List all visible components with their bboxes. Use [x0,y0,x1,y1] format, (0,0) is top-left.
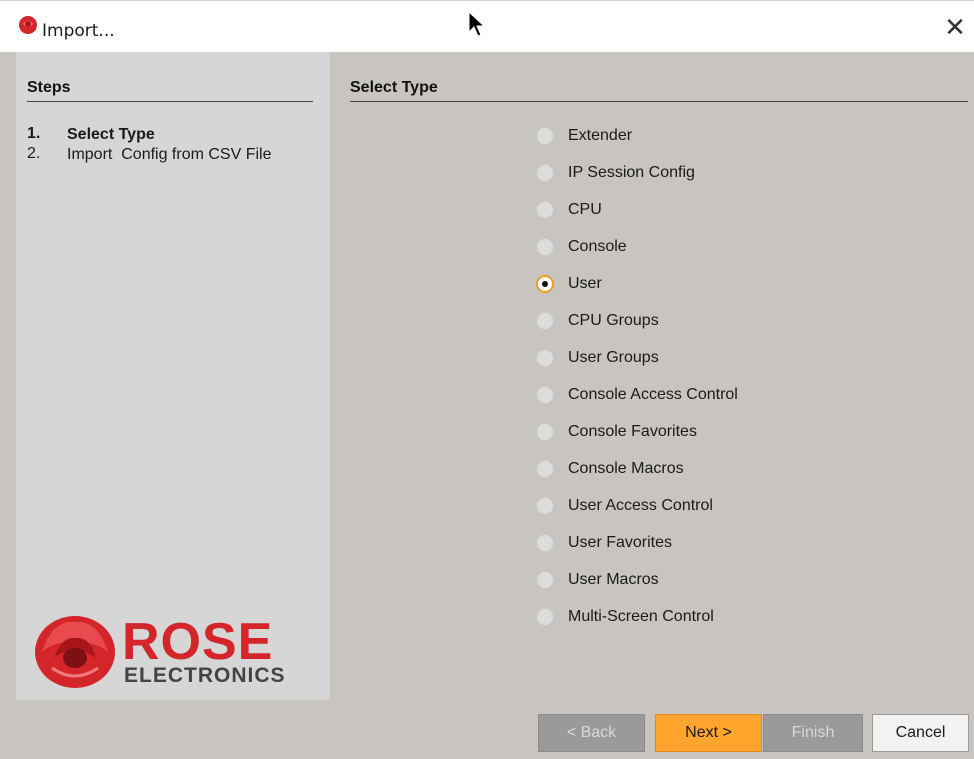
radio-label[interactable]: Extender [568,127,632,145]
radio-button[interactable] [536,238,554,256]
step-label: Select Type [67,126,155,143]
radio-label[interactable]: User Groups [568,349,659,367]
radio-label[interactable]: Console Access Control [568,386,738,404]
radio-button[interactable] [536,164,554,182]
select-type-divider [350,101,968,102]
radio-console-macros[interactable]: Console Macros [536,455,836,485]
radio-user[interactable]: User [536,270,836,300]
radio-button-selected[interactable] [536,275,554,293]
next-button[interactable]: Next > [655,714,762,752]
radio-user-macros[interactable]: User Macros [536,566,836,596]
radio-ip-session-config[interactable]: IP Session Config [536,159,836,189]
radio-label[interactable]: Multi-Screen Control [568,608,714,626]
radio-button[interactable] [536,497,554,515]
radio-label[interactable]: Console [568,238,627,256]
radio-multi-screen-control[interactable]: Multi-Screen Control [536,603,836,633]
rose-icon [19,16,37,34]
step-number: 1. [27,125,41,142]
radio-user-access-control[interactable]: User Access Control [536,492,836,522]
back-button[interactable]: < Back [538,714,645,752]
radio-button[interactable] [536,127,554,145]
radio-label[interactable]: CPU Groups [568,312,659,330]
select-type-heading: Select Type [350,79,438,96]
radio-button[interactable] [536,386,554,404]
radio-extender[interactable]: Extender [536,122,836,152]
radio-label[interactable]: Console Favorites [568,423,697,441]
logo-name: ROSE [122,613,274,671]
radio-label[interactable]: CPU [568,201,602,219]
radio-button[interactable] [536,201,554,219]
radio-cpu[interactable]: CPU [536,196,836,226]
radio-button[interactable] [536,423,554,441]
close-button[interactable]: ✕ [942,13,968,43]
title-bar: Import... ✕ [0,0,974,52]
rose-electronics-logo: ROSE ELECTRONICS [32,612,302,692]
radio-label[interactable]: User Access Control [568,497,713,515]
radio-console[interactable]: Console [536,233,836,263]
radio-label[interactable]: IP Session Config [568,164,695,182]
radio-button[interactable] [536,571,554,589]
radio-button[interactable] [536,349,554,367]
radio-label[interactable]: User [568,275,602,293]
radio-button[interactable] [536,534,554,552]
steps-heading: Steps [27,79,71,96]
radio-button[interactable] [536,460,554,478]
rose-logo-icon [35,616,115,688]
radio-user-groups[interactable]: User Groups [536,344,836,374]
window-title: Import... [42,21,115,41]
step-label: Import Config from CSV File [67,146,272,163]
cancel-button[interactable]: Cancel [872,714,969,752]
radio-label[interactable]: User Favorites [568,534,672,552]
radio-console-access-control[interactable]: Console Access Control [536,381,836,411]
radio-button[interactable] [536,608,554,626]
steps-divider [27,101,313,102]
radio-user-favorites[interactable]: User Favorites [536,529,836,559]
dialog-content: Steps 1. Select Type 2. Import Config fr… [0,52,974,759]
radio-label[interactable]: User Macros [568,571,659,589]
radio-console-favorites[interactable]: Console Favorites [536,418,836,448]
finish-button[interactable]: Finish [763,714,863,752]
radio-label[interactable]: Console Macros [568,460,684,478]
logo-subtitle: ELECTRONICS [124,664,286,687]
step-number: 2. [27,145,41,162]
radio-cpu-groups[interactable]: CPU Groups [536,307,836,337]
radio-button[interactable] [536,312,554,330]
mouse-cursor-icon [468,11,486,37]
